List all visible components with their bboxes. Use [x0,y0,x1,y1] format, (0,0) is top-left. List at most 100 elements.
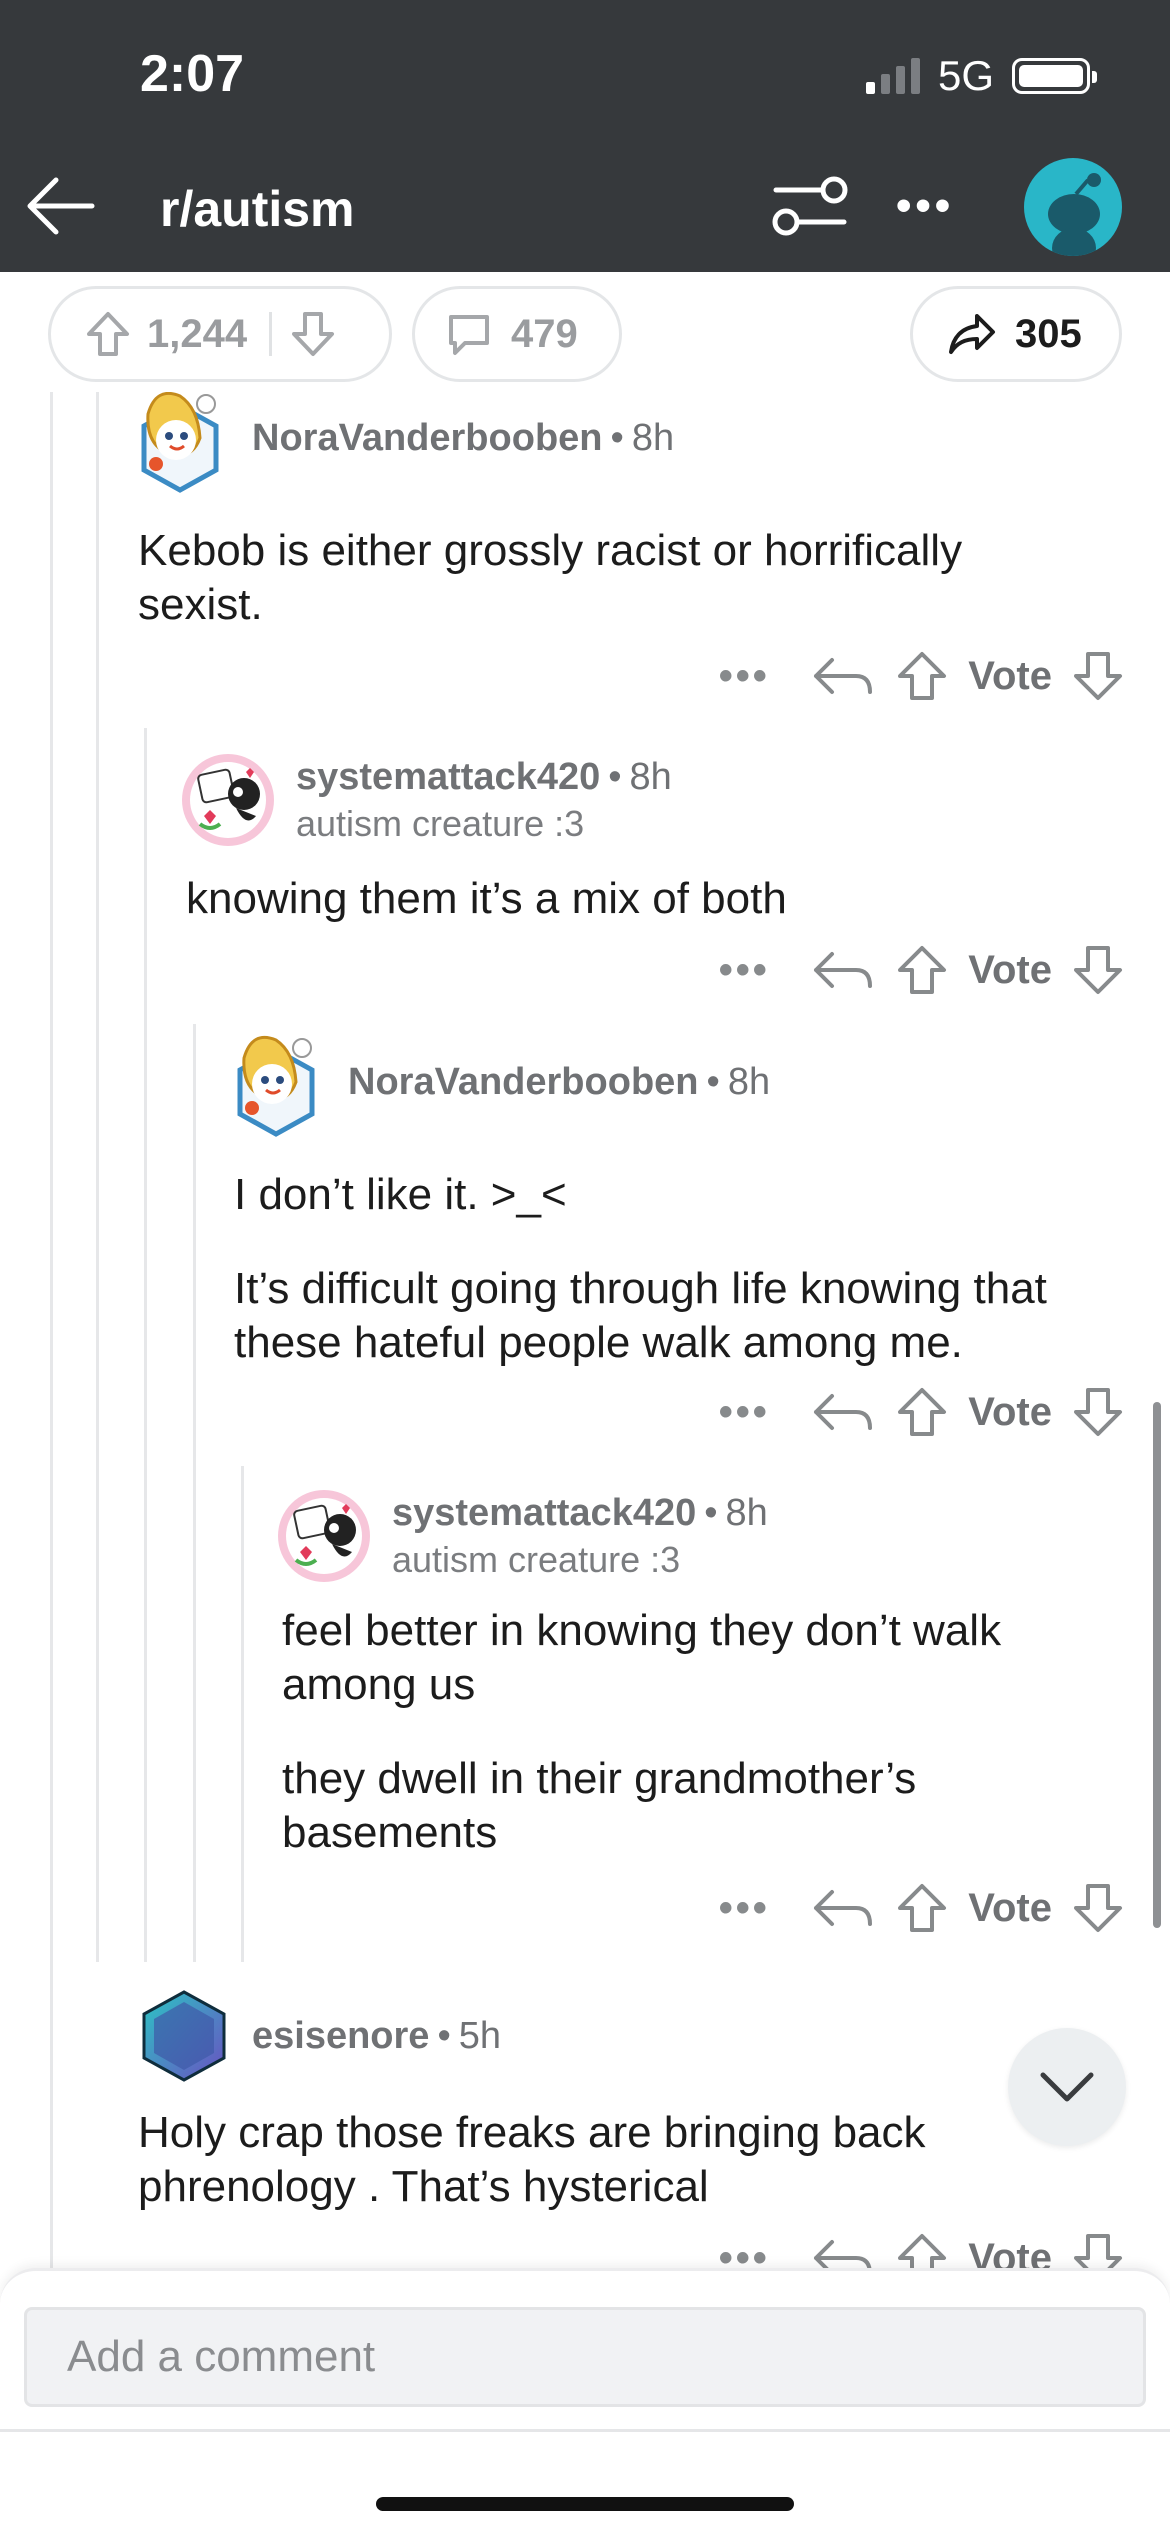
comment-composer: Add a comment [0,2268,1170,2532]
avatar[interactable] [136,392,232,493]
avatar[interactable] [232,1035,328,1137]
scrollbar-thumb[interactable] [1153,1402,1161,1928]
comment-text: Holy crap those freaks are bringing back… [138,2108,926,2211]
user-avatar[interactable] [1024,158,1122,256]
vote-label: Vote [968,1389,1052,1434]
comment-time: 8h [629,755,672,798]
comment-username[interactable]: systemattack420 [296,756,600,798]
comment-username[interactable]: NoraVanderbooben [252,417,603,459]
upvote-icon[interactable] [894,1880,950,1936]
comment-body: feel better in knowing they don’t walk a… [282,1604,1122,1860]
comment: NoraVanderbooben • 8h [136,392,1126,493]
thread-rail[interactable] [96,392,99,1962]
avatar[interactable] [136,1988,232,2084]
post-action-bar: 1,244 479 305 [0,272,1170,392]
comment-time: 8h [631,416,675,459]
comment-text: knowing them it’s a mix of both [186,874,787,923]
user-flair: autism creature :3 [392,1538,681,1580]
downvote-icon[interactable] [1070,648,1126,704]
share-count: 305 [1015,311,1082,356]
comment-thread: NoraVanderbooben • 8h Kebob is either gros… [0,392,1170,2270]
downvote-icon[interactable] [1070,2230,1126,2270]
reply-icon[interactable] [794,648,894,704]
share-button[interactable]: 305 [910,286,1122,382]
comment-actions: ••• Vote [694,2228,1126,2270]
share-icon [949,314,995,354]
more-options-icon[interactable]: ••• [694,1390,794,1435]
thread-rail[interactable] [193,1024,196,1962]
meta-separator: • [608,755,622,798]
signal-icon [865,58,920,94]
vote-pill: 1,244 [48,286,392,382]
comment-actions: ••• Vote [694,1878,1126,1938]
upvote-icon[interactable] [894,942,950,998]
comment-actions: ••• Vote [694,646,1126,706]
comment-body: Kebob is either grossly racist or horrif… [138,524,1098,632]
subreddit-title[interactable]: r/autism [160,180,355,238]
comment-text: It’s difficult going through life knowin… [234,1264,1047,1367]
more-options-icon[interactable]: ••• [896,184,954,228]
comment-username[interactable]: esisenore [252,2015,429,2057]
add-comment-input[interactable]: Add a comment [24,2307,1146,2407]
downvote-icon[interactable] [1070,1384,1126,1440]
reply-icon[interactable] [794,1880,894,1936]
app-header: 2:07 5G r/autism ••• [0,0,1170,272]
home-indicator[interactable] [376,2497,794,2511]
status-time: 2:07 [140,45,245,103]
downvote-icon[interactable] [290,310,336,358]
more-options-icon[interactable]: ••• [694,2236,794,2271]
more-options-icon[interactable]: ••• [694,948,794,993]
divider [0,2429,1170,2432]
upvote-icon[interactable] [894,1384,950,1440]
comment: esisenore • 5h [136,1988,1126,2084]
comment: systemattack420 • 8h autism creature :3 [180,752,1120,848]
chevron-down-icon [1040,2072,1094,2102]
reply-icon[interactable] [794,942,894,998]
more-options-icon[interactable]: ••• [694,654,794,699]
comment-text: they dwell in their grandmother’s baseme… [282,1754,917,1857]
comment-time: 8h [727,1060,771,1103]
vote-label: Vote [968,947,1052,992]
comment-text: Kebob is either grossly racist or horrif… [138,526,963,629]
avatar[interactable] [276,1488,372,1584]
meta-separator: • [706,1060,720,1103]
thread-rail[interactable] [144,728,147,1962]
next-comment-button[interactable] [1008,2028,1126,2146]
upvote-count: 1,244 [147,311,248,356]
back-arrow-icon[interactable] [22,168,98,244]
meta-separator: • [704,1491,718,1534]
meta-separator: • [610,416,624,459]
upvote-icon[interactable] [894,2230,950,2270]
downvote-icon[interactable] [1070,1880,1126,1936]
comment-body: I don’t like it. >_< It’s difficult goin… [234,1168,1134,1370]
downvote-icon[interactable] [1070,942,1126,998]
comment-text: I don’t like it. >_< [234,1170,567,1219]
more-options-icon[interactable]: ••• [694,1886,794,1931]
reply-icon[interactable] [794,2230,894,2270]
comment-time: 8h [725,1491,768,1534]
thread-rail[interactable] [241,1466,244,1962]
comment-username[interactable]: systemattack420 [392,1492,696,1534]
comment-bubble-icon [449,315,489,355]
vote-label: Vote [968,653,1052,698]
comment-actions: ••• Vote [694,1382,1126,1442]
user-flair: autism creature :3 [296,802,585,844]
comment-body: knowing them it’s a mix of both [186,872,1106,926]
thread-rail[interactable] [50,392,53,2270]
battery-icon [1012,58,1097,94]
upvote-icon[interactable] [85,310,131,358]
comment-username[interactable]: NoraVanderbooben [348,1061,699,1103]
reply-icon[interactable] [794,1384,894,1440]
comments-button[interactable]: 479 [412,286,622,382]
comment-count: 479 [511,311,578,356]
vote-label: Vote [968,1885,1052,1930]
sort-filter-icon[interactable] [770,170,850,242]
network-label: 5G [937,52,994,99]
upvote-icon[interactable] [894,648,950,704]
comment-actions: ••• Vote [694,940,1126,1000]
meta-separator: • [437,2014,451,2057]
avatar[interactable] [180,752,276,848]
comment-body: Holy crap those freaks are bringing back… [138,2106,998,2214]
comment-time: 5h [458,2014,502,2057]
status-indicators: 5G [865,52,1097,100]
